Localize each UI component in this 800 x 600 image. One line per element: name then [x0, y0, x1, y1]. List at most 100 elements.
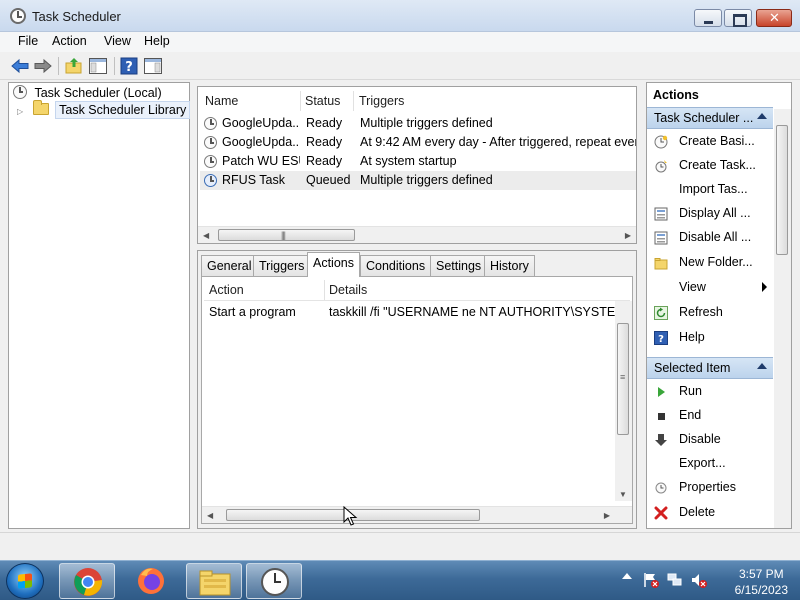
- action-export[interactable]: Export...: [647, 453, 773, 475]
- menu-help[interactable]: Help: [144, 34, 170, 48]
- task-row[interactable]: GoogleUpda... Ready Multiple triggers de…: [200, 114, 636, 133]
- task-list: Name Status Triggers GoogleUpda... Ready…: [197, 86, 637, 244]
- actions-table-header: Action Details: [204, 279, 630, 301]
- menu-bar: File Action View Help: [0, 32, 800, 52]
- collapse-arrow-icon[interactable]: [757, 113, 767, 119]
- action-view[interactable]: View: [647, 277, 773, 299]
- show-hide-action-pane-icon[interactable]: [143, 56, 163, 76]
- menu-action[interactable]: Action: [52, 34, 87, 48]
- task-clock-icon: [204, 155, 217, 168]
- task-scheduler-app-icon[interactable]: [10, 8, 26, 24]
- action-run[interactable]: Run: [647, 381, 773, 403]
- column-header-action[interactable]: Action: [209, 283, 244, 297]
- scroll-right-arrow-icon[interactable]: ▶: [625, 231, 631, 240]
- action-refresh[interactable]: Refresh: [647, 302, 773, 324]
- tab-conditions[interactable]: Conditions: [360, 255, 432, 277]
- action-import-task[interactable]: Import Tas...: [647, 179, 773, 201]
- action-disable[interactable]: Disable: [647, 429, 773, 451]
- task-row-selected[interactable]: RFUS Task Queued Multiple triggers defin…: [200, 171, 636, 190]
- tab-actions[interactable]: Actions: [307, 252, 360, 277]
- up-folder-icon[interactable]: [64, 56, 84, 76]
- show-hide-console-tree-icon[interactable]: [88, 56, 108, 76]
- actions-section-selected-item[interactable]: Selected Item: [647, 357, 773, 379]
- task-clock-icon: [204, 117, 217, 130]
- tab-settings[interactable]: Settings: [430, 255, 488, 277]
- action-label: Help: [679, 330, 705, 344]
- action-center-flag-icon[interactable]: [642, 571, 660, 589]
- actions-pane: Actions Task Scheduler ... Create Basi..…: [646, 82, 792, 529]
- network-icon[interactable]: [666, 571, 684, 589]
- actions-tab-content: Action Details Start a program taskkill …: [201, 276, 633, 524]
- task-status: Ready: [306, 116, 343, 130]
- task-name: RFUS Task: [222, 173, 285, 187]
- scrollbar-thumb[interactable]: ≡: [617, 323, 629, 435]
- actions-section-task-scheduler[interactable]: Task Scheduler ...: [647, 107, 773, 129]
- forward-arrow-icon[interactable]: [33, 56, 53, 76]
- menu-view[interactable]: View: [104, 34, 131, 48]
- scrollbar-thumb[interactable]: |||: [218, 229, 355, 241]
- taskbar-chrome[interactable]: [59, 563, 115, 599]
- action-cell: Start a program: [209, 305, 296, 319]
- console-tree: Task Scheduler (Local) ▷ Task Scheduler …: [8, 82, 191, 529]
- column-header-triggers[interactable]: Triggers: [359, 94, 404, 108]
- menu-file[interactable]: File: [18, 34, 38, 48]
- scroll-down-arrow-icon[interactable]: ▼: [619, 490, 627, 499]
- task-row[interactable]: Patch WU ESU Ready At system startup: [200, 152, 636, 171]
- mouse-cursor-icon: [343, 505, 358, 526]
- action-help[interactable]: ? Help: [647, 327, 773, 349]
- table-row[interactable]: Start a program taskkill /fi "USERNAME n…: [204, 303, 618, 323]
- help-icon[interactable]: ?: [119, 56, 139, 76]
- action-end[interactable]: End: [647, 405, 773, 427]
- task-status: Ready: [306, 154, 343, 168]
- task-row[interactable]: GoogleUpda... Ready At 9:42 AM every day…: [200, 133, 636, 152]
- taskbar-file-explorer[interactable]: [186, 563, 242, 599]
- column-header-name[interactable]: Name: [205, 94, 238, 108]
- action-new-folder[interactable]: New Folder...: [647, 252, 773, 274]
- start-button[interactable]: [6, 563, 44, 599]
- action-label: End: [679, 408, 702, 422]
- task-list-horizontal-scrollbar[interactable]: ◀ ||| ▶: [198, 226, 636, 243]
- actions-pane-title: Actions: [647, 83, 791, 107]
- details-cell: taskkill /fi "USERNAME ne NT AUTHORITY\S…: [329, 305, 618, 319]
- tab-general[interactable]: General: [201, 255, 258, 277]
- action-properties[interactable]: Properties: [647, 477, 773, 499]
- clock-date: 6/15/2023: [734, 583, 788, 597]
- collapse-arrow-icon[interactable]: [757, 363, 767, 369]
- show-hidden-icons-arrow-icon[interactable]: [622, 573, 632, 579]
- action-display-all-running-tasks[interactable]: Display All ...: [647, 203, 773, 225]
- back-arrow-icon[interactable]: [10, 56, 30, 76]
- action-delete[interactable]: Delete: [647, 502, 773, 524]
- action-create-basic-task[interactable]: Create Basi...: [647, 131, 773, 153]
- scroll-left-arrow-icon[interactable]: ◀: [207, 511, 213, 520]
- maximize-button[interactable]: [724, 9, 752, 27]
- tree-item-task-scheduler-library[interactable]: ▷ Task Scheduler Library: [17, 100, 191, 121]
- tree-item-label: Task Scheduler (Local): [34, 86, 162, 100]
- scroll-left-arrow-icon[interactable]: ◀: [203, 231, 209, 240]
- taskbar-clock[interactable]: 3:57 PM 6/15/2023: [735, 566, 788, 598]
- title-bar[interactable]: Task Scheduler: [0, 0, 800, 32]
- firefox-icon: [138, 568, 164, 594]
- actions-horizontal-scrollbar[interactable]: ◀ ||| ▶: [202, 506, 632, 523]
- task-status: Queued: [306, 173, 351, 187]
- scroll-right-arrow-icon[interactable]: ▶: [604, 511, 610, 520]
- column-header-status[interactable]: Status: [305, 94, 340, 108]
- actions-pane-vertical-scrollbar[interactable]: [774, 109, 791, 528]
- column-header-details[interactable]: Details: [329, 283, 367, 297]
- section-header-label: Selected Item: [654, 361, 731, 375]
- taskbar-firefox[interactable]: [123, 563, 179, 599]
- action-disable-all-tasks-history[interactable]: Disable All ...: [647, 227, 773, 249]
- minimize-button[interactable]: [694, 9, 722, 27]
- tab-triggers[interactable]: Triggers: [253, 255, 311, 277]
- tab-history[interactable]: History: [484, 255, 535, 277]
- scrollbar-thumb[interactable]: [776, 125, 788, 255]
- taskbar-task-scheduler[interactable]: [246, 563, 302, 599]
- close-button[interactable]: [756, 9, 792, 27]
- actions-vertical-scrollbar[interactable]: ≡ ▼: [615, 301, 632, 501]
- display-all-icon: [654, 207, 668, 221]
- expand-arrow-icon[interactable]: ▷: [17, 107, 23, 116]
- new-folder-icon: [654, 258, 668, 270]
- action-create-task[interactable]: Create Task...: [647, 155, 773, 177]
- task-queued-clock-icon: [204, 174, 217, 187]
- volume-muted-icon[interactable]: [690, 571, 708, 589]
- task-name: Patch WU ESU: [222, 154, 300, 168]
